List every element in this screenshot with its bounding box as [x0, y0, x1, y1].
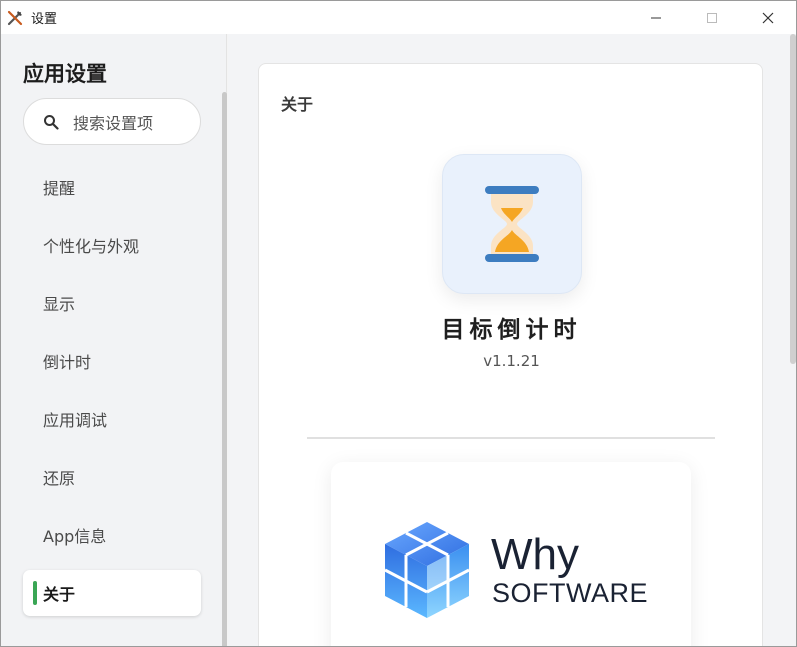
- sidebar-item-personalization[interactable]: 个性化与外观: [23, 222, 201, 268]
- sidebar-item-label: 倒计时: [43, 353, 92, 372]
- sidebar-item-display[interactable]: 显示: [23, 280, 201, 326]
- hourglass-icon: [485, 186, 539, 262]
- close-icon: [762, 12, 774, 23]
- brand-subtitle: SOFTWARE: [492, 578, 648, 608]
- sidebar-item-reminder[interactable]: 提醒: [23, 164, 201, 210]
- brand-name: Why: [491, 530, 579, 579]
- about-card: 关于 目标倒计时 v1.1.21 Why SOFTWARE: [258, 63, 763, 646]
- active-indicator: [33, 581, 37, 605]
- cube-logo: [384, 522, 470, 618]
- sidebar-item-label: 提醒: [43, 179, 76, 198]
- sidebar: 应用设置 搜索设置项 提醒 个性化与外观 显示 倒计时 应用调试 还原 App信…: [1, 34, 227, 646]
- sidebar-scrollbar[interactable]: [222, 92, 227, 646]
- sidebar-title: 应用设置: [23, 62, 107, 86]
- minimize-icon: [651, 17, 661, 18]
- sidebar-item-label: App信息: [43, 527, 107, 546]
- app-name: 目标倒计时: [441, 317, 582, 343]
- maximize-icon: [707, 12, 717, 23]
- sidebar-item-label: 关于: [43, 585, 76, 604]
- maximize-button[interactable]: [684, 1, 740, 34]
- window-title: 设置: [31, 12, 58, 27]
- app-icon: [442, 154, 582, 294]
- settings-window: 设置 应用设置 搜索设置项 提醒 个性化与外观 显示 倒计时 应用调试 还原 A…: [0, 0, 797, 647]
- search-icon: [42, 113, 60, 131]
- main-content: 关于 目标倒计时 v1.1.21 Why SOFTWARE: [228, 34, 796, 646]
- window-controls: [628, 1, 796, 34]
- sidebar-item-label: 还原: [43, 469, 76, 488]
- section-title: 关于: [281, 95, 314, 114]
- sidebar-item-label: 应用调试: [43, 411, 108, 430]
- sidebar-item-about[interactable]: 关于: [23, 570, 201, 616]
- sidebar-item-label: 显示: [43, 295, 76, 314]
- close-button[interactable]: [740, 1, 796, 34]
- brand-card: Why SOFTWARE: [331, 462, 691, 646]
- divider: [307, 437, 715, 439]
- tools-icon: [6, 9, 24, 27]
- title-bar[interactable]: 设置: [1, 1, 796, 34]
- sidebar-item-debug[interactable]: 应用调试: [23, 396, 201, 442]
- sidebar-item-countdown[interactable]: 倒计时: [23, 338, 201, 384]
- minimize-button[interactable]: [628, 1, 684, 34]
- sidebar-item-app-info[interactable]: App信息: [23, 512, 201, 558]
- app-version: v1.1.21: [483, 352, 540, 370]
- search-placeholder: 搜索设置项: [73, 113, 154, 133]
- sidebar-item-restore[interactable]: 还原: [23, 454, 201, 500]
- search-input[interactable]: 搜索设置项: [23, 98, 201, 145]
- main-scrollbar[interactable]: [790, 34, 796, 364]
- sidebar-item-label: 个性化与外观: [43, 237, 140, 256]
